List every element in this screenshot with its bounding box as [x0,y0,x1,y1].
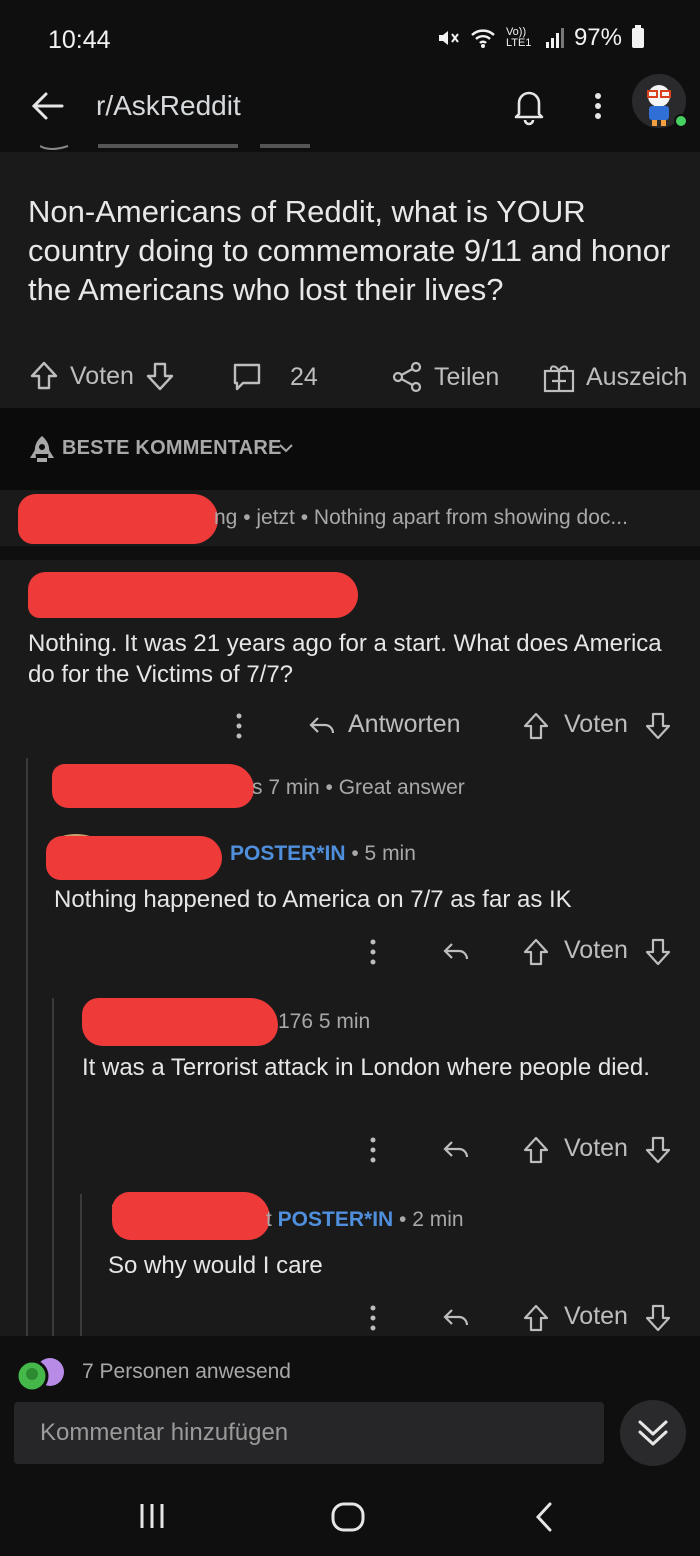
vote-label: Voten [564,1134,628,1162]
comment-composer[interactable] [14,1402,604,1464]
home-icon[interactable] [330,1500,366,1534]
redaction-mark [28,572,358,618]
share-icon [392,361,422,393]
redaction-mark [112,1192,270,1240]
comment-sort-bar[interactable]: BESTE KOMMENTARE [0,408,700,490]
post-author-line-cut [40,144,310,150]
upvote-icon[interactable] [522,937,550,967]
post-vote-group: Voten [28,360,176,392]
chevron-down-icon [279,444,293,453]
battery-percent: 97% [573,24,622,51]
status-icons: Vo)) LTE1 97% [436,24,644,52]
upvote-icon[interactable] [522,1303,550,1333]
subreddit-title[interactable]: r/AskReddit [96,90,241,122]
vote-label: Voten [564,936,628,964]
back-icon[interactable] [530,1500,558,1534]
presence-bar: 7 Personen anwesend [0,1352,700,1396]
mute-icon [438,31,459,45]
comment-actions: Voten [364,1300,674,1336]
reply-icon[interactable] [442,1306,470,1330]
comment-time: • 2 min [393,1208,464,1231]
comment-name-fragment: t [266,1208,278,1231]
op-badge: POSTER*IN [277,1208,394,1231]
downvote-icon[interactable] [644,1135,672,1165]
sort-label: BESTE KOMMENTARE [62,437,282,459]
back-arrow-icon[interactable] [28,86,68,126]
downvote-icon[interactable] [644,1303,672,1333]
gift-icon [543,365,575,393]
bell-icon[interactable] [510,86,548,126]
upvote-icon[interactable] [28,360,60,392]
thread-line[interactable] [80,1194,82,1336]
more-options-icon[interactable] [364,937,382,967]
comment-count: 24 [290,362,318,391]
comment-meta: 176 5 min [278,1010,371,1033]
recent-apps-icon[interactable] [136,1500,168,1532]
post-action-bar: Voten 24 Teilen Auszeich [0,352,700,402]
app-header: r/AskReddit [0,72,700,152]
online-indicator [674,114,688,128]
network-label: Vo)) LTE1 [505,26,532,49]
reply-label[interactable]: Antworten [348,710,461,739]
post-title[interactable]: Non-Americans of Reddit, what is YOUR co… [28,192,678,309]
comment-input[interactable] [14,1402,604,1464]
comment-body: Nothing. It was 21 years ago for a start… [28,630,662,688]
share-button[interactable]: Teilen [390,360,499,394]
comment-body: Nothing happened to America on 7/7 as fa… [54,886,572,913]
comment-meta: POSTER*IN • 5 min [220,842,416,866]
presence-avatars [15,1358,64,1393]
collapsed-comment-meta: ng • jetzt • Nothing apart from showing … [214,506,628,529]
comment-actions: Antworten Voten [230,708,672,744]
comment-actions: Voten [364,1132,674,1168]
presence-text: 7 Personen anwesend [82,1360,291,1383]
comment-actions: Voten [364,934,674,970]
status-time: 10:44 [48,26,111,54]
comment-list: Nothing. It was 21 years ago for a start… [0,560,700,1336]
collapse-comments-button[interactable] [620,1400,686,1466]
comment-meta: t POSTER*IN • 2 min [266,1208,464,1232]
reply-icon[interactable] [308,714,336,738]
more-options-icon[interactable] [584,88,612,124]
downvote-icon[interactable] [644,711,672,741]
collapsed-comment[interactable]: ng • jetzt • Nothing apart from showing … [0,490,700,546]
status-bar: 10:44 Vo)) LTE1 97% [0,0,700,72]
comment-body: So why would I care [108,1252,323,1279]
comments-button[interactable]: 24 [230,360,318,394]
share-label: Teilen [434,362,500,391]
more-options-icon[interactable] [364,1135,382,1165]
post-vote-label: Voten [70,361,134,390]
vote-label: Voten [564,710,628,738]
redaction-mark [52,764,254,808]
vote-label: Voten [564,1302,628,1330]
downvote-icon[interactable] [644,937,672,967]
comment-body: It was a Terrorist attack in London wher… [82,1054,650,1081]
double-chevron-down-icon [638,1420,668,1446]
award-button[interactable]: Auszeich [542,360,687,394]
thread-line[interactable] [26,758,28,1336]
comment-time: • 5 min [345,842,416,865]
op-badge: POSTER*IN [230,842,346,865]
reply-icon[interactable] [442,940,470,964]
system-navigation-bar [0,1476,700,1556]
redaction-mark [18,494,218,544]
comment-meta: s 7 min • Great answer [252,776,465,799]
thread-line[interactable] [52,998,54,1336]
wifi-icon [471,29,495,48]
downvote-icon[interactable] [144,360,176,392]
battery-icon [632,25,644,48]
rocket-icon [30,436,54,462]
award-label: Auszeich [586,362,688,391]
upvote-icon[interactable] [522,1135,550,1165]
upvote-icon[interactable] [522,711,550,741]
reply-icon[interactable] [442,1138,470,1162]
signal-icon [545,28,564,48]
redaction-mark [82,998,278,1046]
redaction-mark [46,836,222,880]
more-options-icon[interactable] [230,711,248,741]
post-card: Non-Americans of Reddit, what is YOUR co… [0,144,700,408]
comment-icon [233,363,261,391]
more-options-icon[interactable] [364,1303,382,1333]
